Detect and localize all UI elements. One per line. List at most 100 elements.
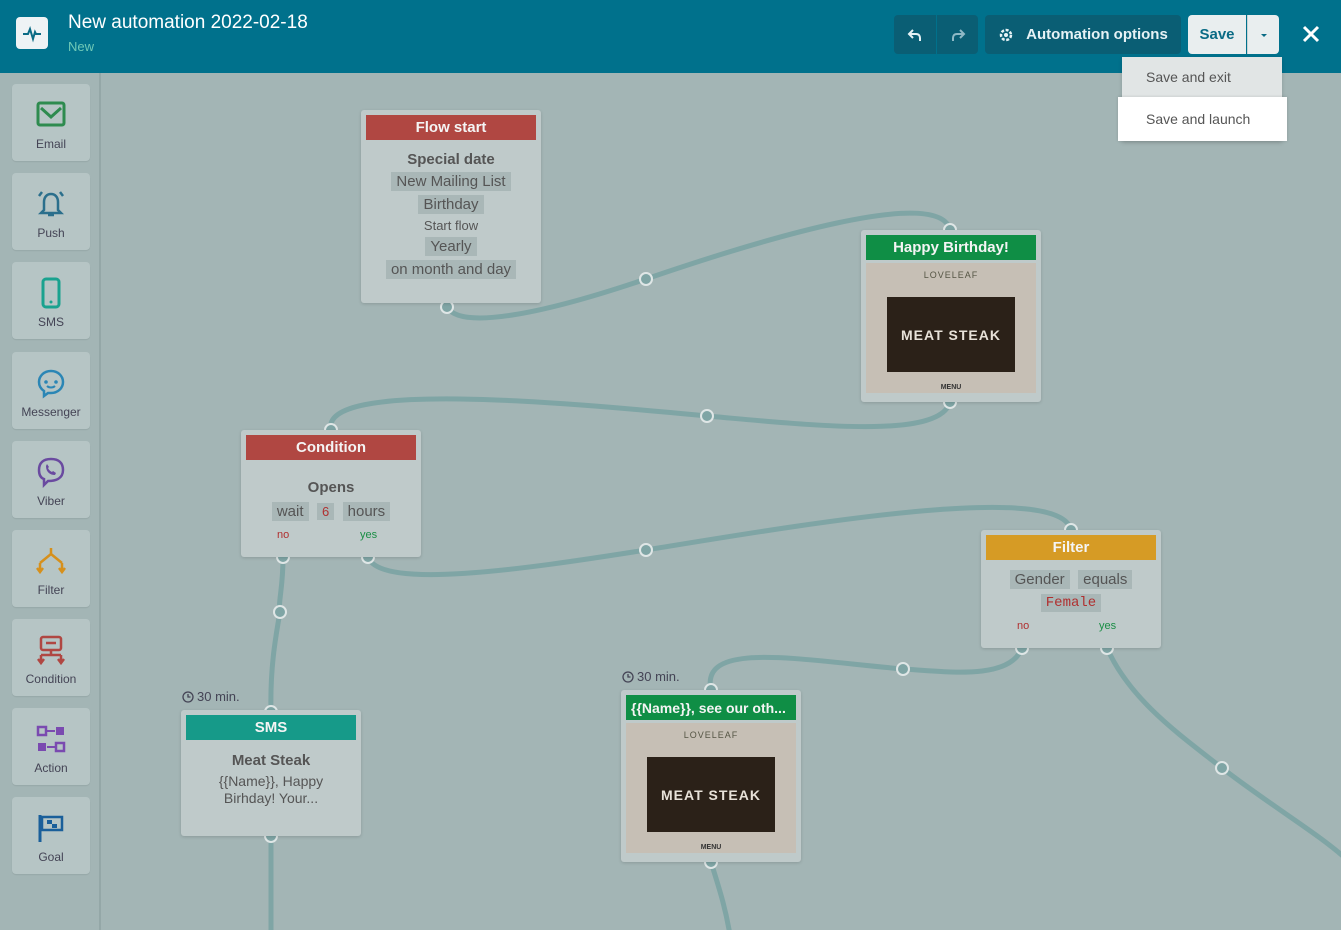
flow-start-node[interactable]: Flow start Special date New Mailing List… (361, 110, 541, 303)
node-header: Happy Birthday! (866, 235, 1036, 260)
email2-delay-label: 30 min. (622, 669, 680, 684)
email-brand-logo: LOVELEAF (923, 270, 979, 280)
email-preview: LOVELEAF MEAT STEAK MENU (626, 723, 796, 853)
filter-field-chip: Gender (1009, 570, 1070, 589)
email-hero-image: MEAT STEAK (887, 297, 1015, 372)
sidebar-item-action[interactable]: Action (12, 708, 90, 785)
condition-icon (37, 635, 65, 666)
save-menu-toggle[interactable] (1247, 15, 1279, 54)
connector-birthday-to-condition (328, 396, 953, 433)
sidebar-item-label: Email (35, 137, 66, 151)
sidebar-item-goal[interactable]: Goal (12, 797, 90, 874)
condition-node[interactable]: Condition Opens wait 6 hours no yes (241, 430, 421, 557)
sms-delay-label: 30 min. (182, 689, 240, 704)
sidebar-item-viber[interactable]: Viber (12, 441, 90, 518)
node-title: Opens (307, 479, 355, 496)
connector-email2-out (708, 859, 732, 930)
filter-node[interactable]: Filter Gender equals Female no yes (981, 530, 1161, 648)
branch-no-label: no (277, 529, 290, 541)
save-button[interactable]: Save (1188, 15, 1246, 54)
caret-down-icon (1260, 33, 1267, 37)
email-hero-text: MEAT STEAK (661, 786, 761, 803)
sms-node[interactable]: SMS Meat Steak {{Name}}, Happy Birhday! … (181, 710, 361, 836)
email-icon (36, 101, 66, 127)
node-header: {{Name}}, see our oth... (626, 695, 796, 720)
sidebar-item-sms[interactable]: SMS (12, 262, 90, 339)
connector-midpoint (700, 409, 714, 423)
action-icon (36, 725, 66, 753)
frequency-chip: Yearly (425, 237, 477, 256)
connector-midpoint (896, 662, 910, 676)
undo-icon (907, 28, 921, 41)
redo-button[interactable] (937, 15, 978, 54)
automation-options-button[interactable]: Automation options (985, 15, 1181, 54)
delay-text: 30 min. (197, 689, 240, 704)
match-chip: on month and day (385, 260, 517, 279)
clock-icon (622, 670, 634, 683)
email-menu-label: MENU (940, 384, 962, 391)
undo-button[interactable] (894, 15, 936, 54)
goal-icon (38, 815, 64, 842)
bell-icon (37, 191, 65, 217)
node-title: Meat Steak (231, 752, 311, 769)
email2-node[interactable]: {{Name}}, see our oth... LOVELEAF MEAT S… (621, 690, 801, 862)
email-menu-label: MENU (700, 844, 722, 851)
filter-icon (36, 548, 66, 575)
sidebar-item-email[interactable]: Email (12, 84, 90, 161)
sidebar-item-label: SMS (37, 315, 64, 329)
automation-options-label: Automation options (1026, 26, 1168, 43)
page-title: New automation 2022-02-18 (68, 12, 308, 33)
node-header: Flow start (366, 115, 536, 140)
close-icon (1302, 25, 1320, 43)
sms-text-preview: {{Name}}, Happy Birhday! Your... (218, 773, 324, 806)
branch-yes-label: yes (360, 529, 378, 541)
sidebar-item-label: Push (37, 226, 65, 240)
node-header: Condition (246, 435, 416, 460)
wait-unit-chip: hours (342, 502, 391, 521)
save-and-launch-item[interactable]: Save and launch (1118, 97, 1287, 141)
close-button[interactable] (1297, 20, 1325, 48)
sidebar-item-messenger[interactable]: Messenger (12, 352, 90, 429)
sidebar-item-condition[interactable]: Condition (12, 619, 90, 696)
wait-chip: wait (271, 502, 309, 521)
email-hero-text: MEAT STEAK (901, 326, 1001, 343)
wait-value-chip: 6 (316, 503, 335, 520)
phone-icon (41, 277, 61, 309)
save-dropdown-menu: Save and exit Save and launch (1118, 57, 1287, 141)
start-flow-label: Start flow (423, 218, 479, 233)
connector-midpoint (273, 605, 287, 619)
node-header: SMS (186, 715, 356, 740)
email-hero-image: MEAT STEAK (647, 757, 775, 832)
mailing-list-chip: New Mailing List (391, 172, 511, 191)
delay-text: 30 min. (637, 669, 680, 684)
status-label: New (68, 39, 95, 54)
viber-icon (37, 457, 65, 488)
messenger-icon (37, 369, 65, 399)
redo-icon (951, 28, 965, 41)
connector-condition-yes-to-filter (365, 504, 1074, 578)
connector-filter-no-to-email2 (707, 645, 1025, 693)
connector-midpoint (1215, 761, 1229, 775)
sidebar-item-label: Viber (37, 494, 65, 508)
sidebar-item-filter[interactable]: Filter (12, 530, 90, 607)
connector-condition-no-to-sms (268, 554, 286, 715)
sidebar-item-push[interactable]: Push (12, 173, 90, 250)
branch-no-label: no (1017, 620, 1030, 632)
clock-icon (182, 690, 194, 703)
filter-value-chip: Female (1040, 594, 1102, 612)
save-and-exit-item[interactable]: Save and exit (1122, 57, 1282, 97)
node-header: Filter (986, 535, 1156, 560)
birthday-email-node[interactable]: Happy Birthday! LOVELEAF MEAT STEAK MENU (861, 230, 1041, 402)
sidebar-item-label: Messenger (21, 405, 81, 419)
elements-sidebar: Email Push SMS Messenger Viber Filter Co… (0, 73, 101, 930)
gear-icon (999, 28, 1013, 41)
filter-operator-chip: equals (1078, 570, 1133, 589)
branch-yes-label: yes (1099, 620, 1117, 632)
email-preview: LOVELEAF MEAT STEAK MENU (866, 263, 1036, 393)
email-brand-logo: LOVELEAF (683, 730, 739, 740)
sidebar-item-label: Condition (25, 672, 77, 686)
connector-filter-yes-out (1104, 645, 1341, 858)
sidebar-item-label: Action (34, 761, 68, 775)
app-logo[interactable] (16, 17, 48, 49)
date-field-chip: Birthday (418, 195, 484, 214)
